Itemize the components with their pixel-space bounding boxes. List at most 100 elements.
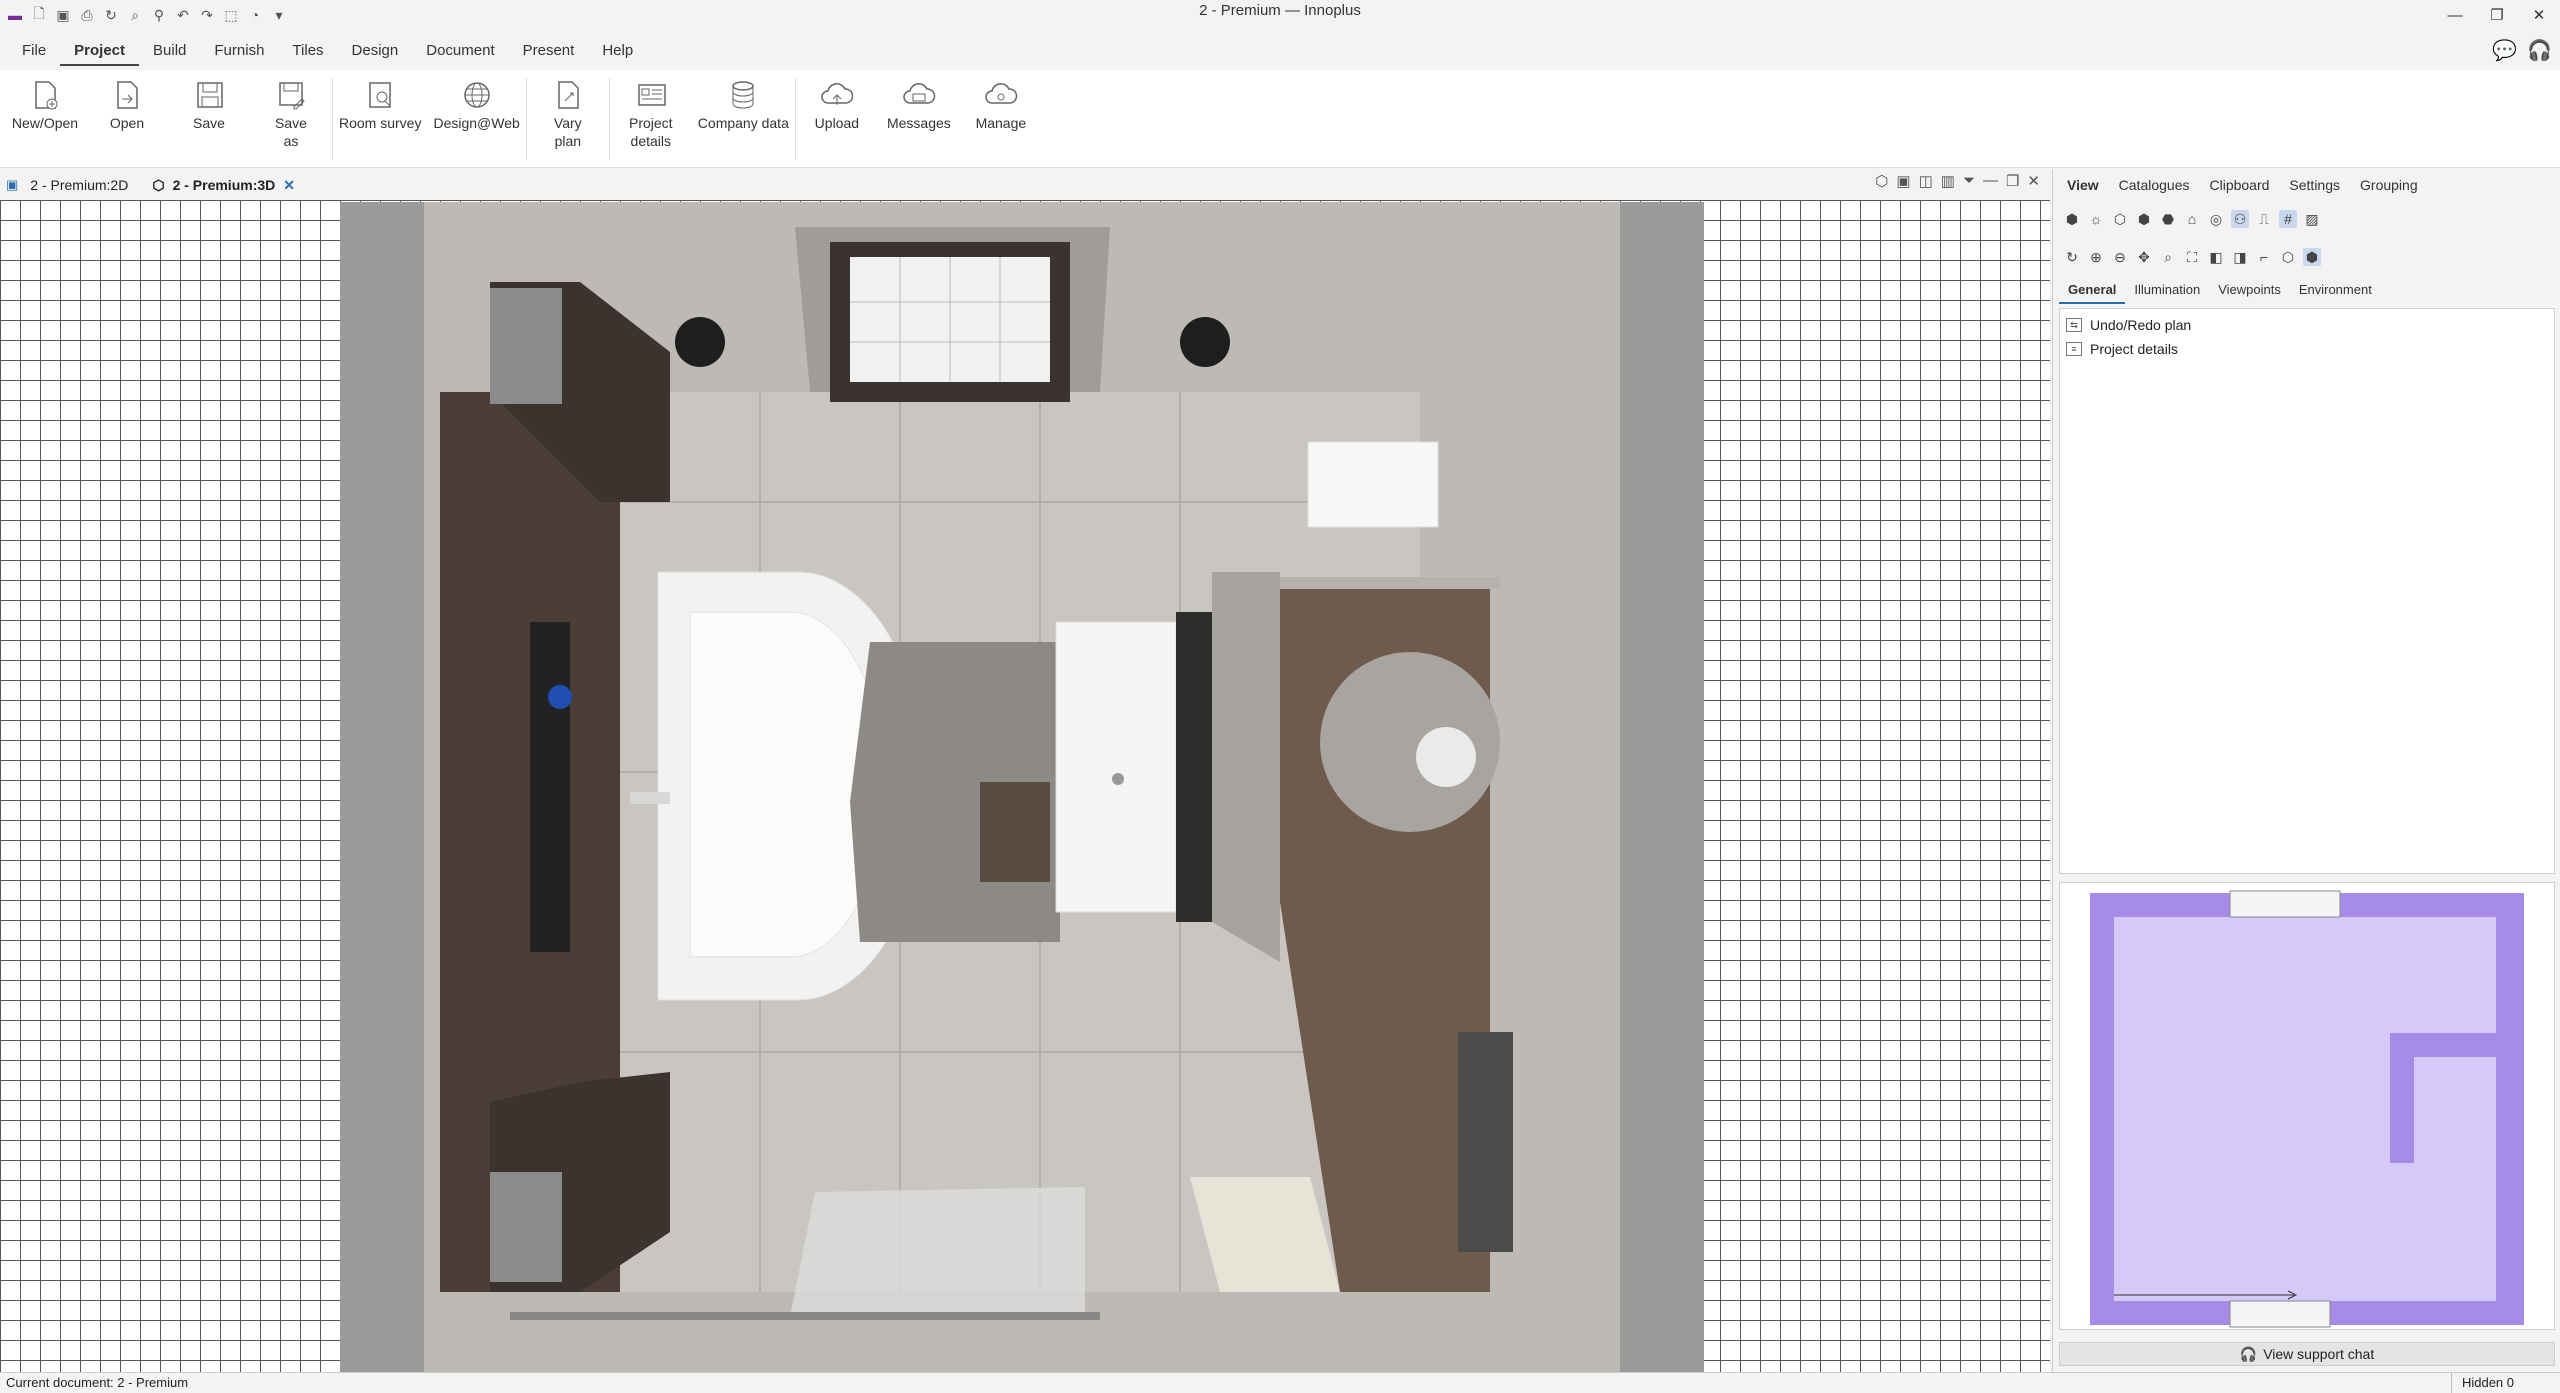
new-open-icon xyxy=(28,78,62,112)
design-web-button[interactable]: Design@Web xyxy=(427,70,525,132)
save-icon[interactable]: ▣ xyxy=(54,6,72,24)
tab-view[interactable]: View xyxy=(2057,177,2109,193)
render-mode-icon[interactable]: ⬢ xyxy=(2063,210,2081,228)
view-support-chat-button[interactable]: 🎧 View support chat xyxy=(2059,1342,2555,1366)
minimize-icon[interactable]: — xyxy=(2434,0,2476,30)
shaded-icon[interactable]: ⬣ xyxy=(2159,210,2177,228)
solid-icon[interactable]: ⬢ xyxy=(2135,210,2153,228)
top-right-icons: 💬 🎧 xyxy=(2492,38,2552,63)
new-open-button[interactable]: New/Open xyxy=(4,70,86,132)
save-as-icon xyxy=(274,78,308,112)
redo-icon[interactable]: ↷ xyxy=(198,6,216,24)
upload-button[interactable]: Upload xyxy=(796,70,878,132)
save-as-button[interactable]: Save as xyxy=(250,70,332,150)
wireframe-icon[interactable]: ⬡ xyxy=(2111,210,2129,228)
tab-illumination[interactable]: Illumination xyxy=(2125,276,2209,304)
zoom-fit-icon[interactable]: ⛶ xyxy=(2183,248,2201,266)
tab-viewpoints[interactable]: Viewpoints xyxy=(2209,276,2290,304)
view-3d-icon[interactable]: ⬡ xyxy=(2279,248,2297,266)
panel-toggle-icon[interactable]: ▣ xyxy=(6,177,18,193)
view-render-icon[interactable]: ⬢ xyxy=(2303,248,2321,266)
bathroom-3d-render[interactable] xyxy=(340,202,1704,1372)
tab-general[interactable]: General xyxy=(2059,276,2126,304)
split-horizontal-icon[interactable]: ◫ xyxy=(1919,172,1933,190)
document-tabs: ▣ 2 - Premium:2D ⬡ 2 - Premium:3D ✕ xyxy=(0,170,2050,200)
tab-grouping[interactable]: Grouping xyxy=(2350,177,2428,193)
close-icon[interactable]: ✕ xyxy=(2518,0,2560,30)
split-vertical-icon[interactable]: ▥ xyxy=(1941,172,1955,190)
refresh-icon[interactable]: ↻ xyxy=(102,6,120,24)
3d-viewport[interactable] xyxy=(0,200,2050,1372)
tree-item-project-details[interactable]: ≡ Project details xyxy=(2066,337,2548,361)
light-icon[interactable]: ☼ xyxy=(2087,210,2105,228)
close-tab-icon[interactable]: ✕ xyxy=(283,177,295,194)
walk-icon[interactable]: ⚇ xyxy=(2231,210,2249,228)
menu-build[interactable]: Build xyxy=(139,38,200,66)
grid-icon[interactable]: # xyxy=(2279,210,2297,228)
camera-icon[interactable]: ◎ xyxy=(2207,210,2225,228)
menu-document[interactable]: Document xyxy=(412,38,508,66)
zoom-window-icon[interactable]: ⌕ xyxy=(2159,248,2177,266)
menu-furnish[interactable]: Furnish xyxy=(200,38,278,66)
menu-design[interactable]: Design xyxy=(338,38,413,66)
close-view-icon[interactable]: ✕ xyxy=(2027,172,2040,190)
menu-project[interactable]: Project xyxy=(60,38,140,66)
menu-tiles[interactable]: Tiles xyxy=(278,38,337,66)
rotate-icon[interactable]: ↻ xyxy=(2063,248,2081,266)
cloud-manage-icon xyxy=(984,78,1018,112)
filter-icon[interactable]: ⏷ xyxy=(1963,172,1975,190)
menu-file[interactable]: File xyxy=(8,38,60,66)
pan-icon[interactable]: ✥ xyxy=(2135,248,2153,266)
furniture-icon[interactable]: ⌂ xyxy=(2183,210,2201,228)
tree-item-undo-redo[interactable]: ⇆ Undo/Redo plan xyxy=(2066,313,2548,337)
minimap-svg xyxy=(2090,890,2524,1328)
manage-button[interactable]: Manage xyxy=(960,70,1042,132)
hidden-count: Hidden 0 xyxy=(2450,1373,2514,1393)
tab-settings[interactable]: Settings xyxy=(2279,177,2350,193)
tab-2d[interactable]: 2 - Premium:2D xyxy=(18,170,140,200)
hatch-icon[interactable]: ▨ xyxy=(2303,210,2321,228)
maximize-view-icon[interactable]: ❐ xyxy=(2006,172,2019,190)
tab-catalogues[interactable]: Catalogues xyxy=(2109,177,2200,193)
view-side-icon[interactable]: ◨ xyxy=(2231,248,2249,266)
tab-clipboard[interactable]: Clipboard xyxy=(2199,177,2279,193)
undo-icon[interactable]: ↶ xyxy=(174,6,192,24)
single-view-icon[interactable]: ▣ xyxy=(1896,172,1910,190)
room-survey-button[interactable]: Room survey xyxy=(333,70,427,132)
dropdown-icon[interactable]: ▾ xyxy=(270,6,288,24)
tab-environment[interactable]: Environment xyxy=(2290,276,2381,304)
restore-icon[interactable]: ❐ xyxy=(2476,0,2518,30)
company-data-button[interactable]: Company data xyxy=(692,70,795,132)
tab-3d[interactable]: ⬡ 2 - Premium:3D ✕ xyxy=(140,170,307,200)
room-survey-icon xyxy=(363,78,397,112)
measure-icon[interactable]: ⎍ xyxy=(2255,210,2273,228)
print-icon[interactable]: ⎙ xyxy=(78,6,96,24)
view-front-icon[interactable]: ◧ xyxy=(2207,248,2225,266)
zoom-in-icon[interactable]: ⊕ xyxy=(2087,248,2105,266)
new-doc-icon[interactable]: 🗋 xyxy=(30,5,48,24)
menu-help[interactable]: Help xyxy=(588,38,647,66)
floor-plan-minimap[interactable] xyxy=(2059,882,2555,1330)
cloud-upload-icon xyxy=(820,78,854,112)
chat-icon[interactable]: 💬 xyxy=(2492,38,2517,63)
current-document-status: Current document: 2 - Premium xyxy=(6,1375,189,1390)
menu-present[interactable]: Present xyxy=(509,38,589,66)
search-icon[interactable]: ⚲ xyxy=(150,6,168,24)
section-icon[interactable]: ⌐ xyxy=(2255,248,2273,266)
view-toolbar-row-2: ↻ ⊕ ⊖ ✥ ⌕ ⛶ ◧ ◨ ⌐ ⬡ ⬢ xyxy=(2053,238,2560,276)
app-logo-icon[interactable]: ▬ xyxy=(6,6,24,24)
open-icon xyxy=(110,78,144,112)
zoom-out-icon[interactable]: ⊖ xyxy=(2111,248,2129,266)
open-button[interactable]: Open xyxy=(86,70,168,132)
messages-button[interactable]: Messages xyxy=(878,70,960,132)
3d-view-icon[interactable]: ⬡ xyxy=(1875,172,1888,190)
select-icon[interactable]: ⬚ xyxy=(222,6,240,24)
vary-plan-button[interactable]: Vary plan xyxy=(527,70,609,150)
help-icon[interactable]: ◔ xyxy=(246,6,264,24)
headset-icon[interactable]: 🎧 xyxy=(2527,38,2552,63)
project-details-button[interactable]: Project details xyxy=(610,70,692,150)
zoom-icon[interactable]: ⌕ xyxy=(126,6,144,24)
vary-plan-icon xyxy=(551,78,585,112)
minimize-view-icon[interactable]: — xyxy=(1983,172,1998,190)
save-button[interactable]: Save xyxy=(168,70,250,132)
